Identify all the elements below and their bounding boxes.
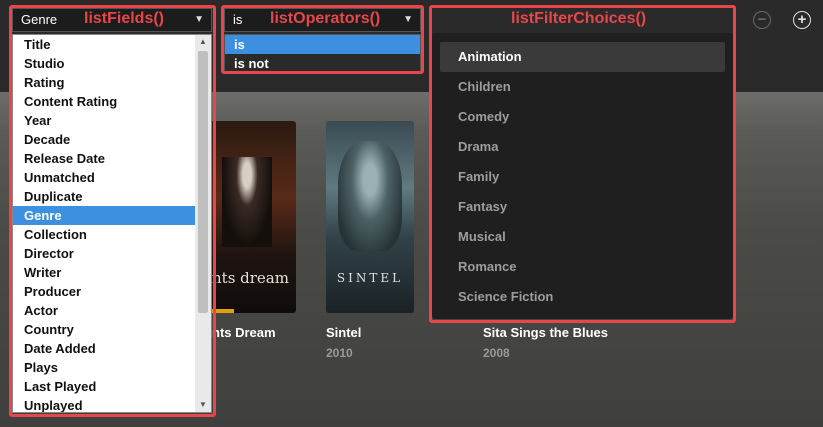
field-option-writer[interactable]: Writer [13, 263, 211, 282]
poster-figure [222, 157, 272, 247]
item-title-3[interactable]: Sita Sings the Blues [483, 325, 608, 340]
operator-option-is-not[interactable]: is not [225, 54, 420, 73]
field-option-content-rating[interactable]: Content Rating [13, 92, 211, 111]
field-option-producer[interactable]: Producer [13, 282, 211, 301]
filter-choice-comedy[interactable]: Comedy [440, 102, 725, 132]
filter-choice-animation[interactable]: Animation [440, 42, 725, 72]
scrollbar[interactable]: ▲ ▼ [195, 35, 211, 412]
field-option-release-date[interactable]: Release Date [13, 149, 211, 168]
item-year-3: 2008 [483, 346, 510, 360]
filter-choices-panel[interactable]: Animation Children Comedy Drama Family Fantas… [432, 33, 733, 319]
filter-choice-fantasy[interactable]: Fantasy [440, 192, 725, 222]
field-option-unplayed[interactable]: Unplayed [13, 396, 211, 412]
field-option-actor[interactable]: Actor [13, 301, 211, 320]
filter-choices-items: Animation Children Comedy Drama Family Fantas… [432, 42, 733, 312]
filter-choice-romance[interactable]: Romance [440, 252, 725, 282]
scroll-down-icon[interactable]: ▼ [195, 398, 211, 412]
filter-choice-family[interactable]: Family [440, 162, 725, 192]
poster-item-1-text: nts dream [212, 269, 289, 287]
field-option-rating[interactable]: Rating [13, 73, 211, 92]
annotation-choices-label: listFilterChoices() [511, 10, 647, 27]
field-option-decade[interactable]: Decade [13, 130, 211, 149]
field-option-studio[interactable]: Studio [13, 54, 211, 73]
operator-select-value: is [233, 12, 243, 27]
poster-creature [338, 141, 402, 251]
field-option-country[interactable]: Country [13, 320, 211, 339]
minus-circle-icon[interactable]: − [753, 11, 771, 29]
item-title-1[interactable]: nts Dream [212, 325, 276, 340]
field-option-year[interactable]: Year [13, 111, 211, 130]
chevron-down-icon: ▼ [194, 14, 204, 25]
filter-choice-musical[interactable]: Musical [440, 222, 725, 252]
field-option-unmatched[interactable]: Unmatched [13, 168, 211, 187]
item-year-2: 2010 [326, 346, 353, 360]
poster-item-2-text: SINTEL [336, 271, 404, 285]
field-list[interactable]: Title Studio Rating Content Rating Year Decad… [12, 34, 212, 413]
filter-choice-drama[interactable]: Drama [440, 132, 725, 162]
poster-item-1[interactable]: nts dream [208, 121, 296, 313]
annotation-fields-label: listFields() [84, 10, 165, 27]
chevron-down-icon: ▼ [403, 14, 413, 25]
item-title-2[interactable]: Sintel [326, 325, 361, 340]
field-option-plays[interactable]: Plays [13, 358, 211, 377]
field-option-director[interactable]: Director [13, 244, 211, 263]
filter-choice-children[interactable]: Children [440, 72, 725, 102]
field-option-duplicate[interactable]: Duplicate [13, 187, 211, 206]
poster-item-2[interactable]: SINTEL [326, 121, 414, 313]
field-option-genre[interactable]: Genre [13, 206, 211, 225]
field-select-value: Genre [21, 12, 58, 27]
field-option-collection[interactable]: Collection [13, 225, 211, 244]
operator-list-items: is is not [225, 35, 420, 73]
scroll-up-icon[interactable]: ▲ [195, 35, 211, 49]
field-option-date-added[interactable]: Date Added [13, 339, 211, 358]
field-list-items: Title Studio Rating Content Rating Year Decad… [13, 35, 211, 412]
annotation-operators-label: listOperators() [270, 10, 381, 27]
plus-circle-icon[interactable]: + [793, 11, 811, 29]
field-option-last-played[interactable]: Last Played [13, 377, 211, 396]
filter-choice-science-fiction[interactable]: Science Fiction [440, 282, 725, 312]
scrollbar-thumb[interactable] [198, 51, 208, 313]
field-option-title[interactable]: Title [13, 35, 211, 54]
operator-option-is[interactable]: is [225, 35, 420, 54]
operator-list[interactable]: is is not [224, 34, 421, 74]
